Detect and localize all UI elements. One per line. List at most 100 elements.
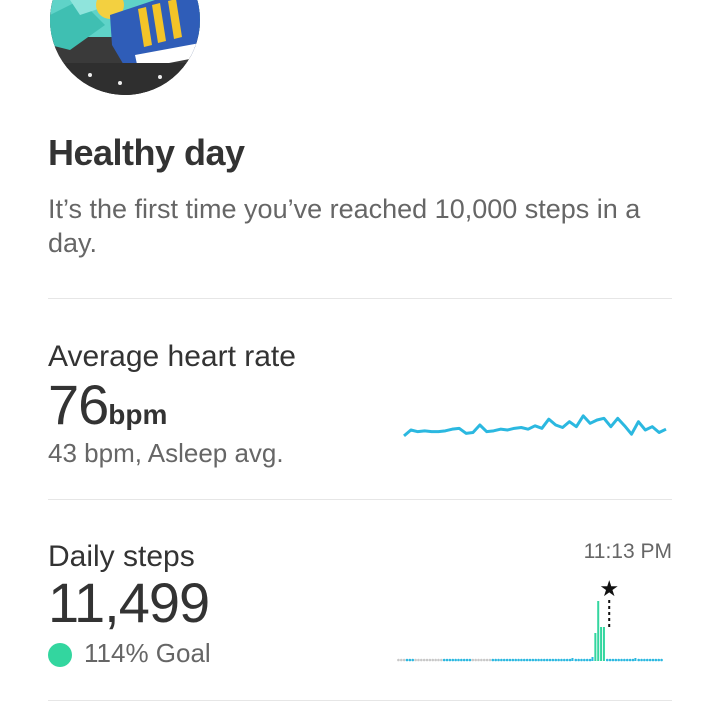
steps-dot	[614, 658, 618, 662]
steps-dot	[557, 658, 560, 662]
steps-dot	[565, 658, 569, 662]
steps-dot	[660, 658, 663, 662]
goal-indicator-dot	[48, 643, 72, 667]
steps-dot	[623, 658, 626, 662]
steps-dot	[508, 658, 512, 662]
steps-dot	[545, 658, 549, 662]
steps-dot	[643, 658, 646, 662]
heart-rate-label: Average heart rate	[48, 340, 296, 373]
steps-dot	[442, 658, 446, 662]
steps-dot	[548, 658, 552, 662]
steps-dot	[431, 658, 435, 662]
steps-dot	[583, 658, 586, 662]
steps-dot	[485, 658, 489, 662]
goal-percentage: 114% Goal	[84, 638, 211, 668]
steps-dot	[568, 658, 572, 662]
steps-dot	[425, 658, 429, 662]
steps-dot	[620, 658, 623, 662]
achievement-description: It’s the first time you’ve reached 10,00…	[48, 194, 641, 258]
steps-dot	[514, 658, 517, 662]
steps-dot	[654, 658, 658, 662]
steps-dot	[543, 658, 546, 662]
achievement-title: Healthy day	[48, 132, 245, 173]
steps-dot	[428, 658, 432, 662]
steps-dot	[420, 658, 423, 662]
steps-dot	[437, 658, 440, 662]
steps-bar	[634, 658, 637, 661]
steps-dot	[445, 658, 449, 662]
steps-dot	[563, 658, 566, 662]
steps-dot	[517, 658, 520, 662]
steps-dot	[488, 658, 492, 662]
steps-dot	[454, 658, 457, 662]
steps-dot	[560, 658, 563, 662]
steps-dot	[511, 658, 515, 662]
steps-dot	[468, 658, 472, 662]
steps-dot	[640, 658, 643, 662]
steps-dot	[617, 658, 620, 662]
peak-time-label: 11:13 PM	[583, 540, 672, 563]
steps-dot	[399, 658, 403, 662]
steps-dot	[491, 658, 495, 662]
steps-dot	[457, 658, 460, 662]
daily-steps-label: Daily steps	[48, 540, 195, 573]
steps-bar	[597, 601, 600, 661]
sneaker-illustration	[50, 0, 200, 95]
steps-dot	[580, 658, 583, 662]
steps-dot	[397, 658, 400, 662]
steps-bar	[571, 658, 574, 661]
steps-dot	[522, 658, 526, 662]
steps-bar	[600, 627, 603, 661]
steps-dot	[417, 658, 420, 662]
steps-dot	[440, 658, 443, 662]
steps-dot	[585, 658, 589, 662]
daily-steps-value: 11,499	[48, 571, 210, 634]
resting-heart-rate: 43 bpm, Asleep avg.	[48, 438, 284, 468]
heart-rate-sparkline	[403, 414, 667, 437]
steps-bar	[594, 633, 597, 661]
heart-rate-unit: bpm	[108, 399, 168, 430]
steps-dot	[497, 658, 500, 662]
steps-dot	[657, 658, 661, 662]
steps-dot	[434, 658, 437, 662]
steps-dot	[465, 658, 469, 662]
steps-dot	[505, 658, 509, 662]
steps-dot	[551, 658, 555, 662]
steps-dot	[411, 658, 415, 662]
heart-rate-number: 76	[48, 373, 109, 436]
steps-dot	[534, 658, 538, 662]
steps-dot	[648, 658, 652, 662]
steps-dot	[408, 658, 412, 662]
steps-dot	[651, 658, 655, 662]
steps-dot	[554, 658, 558, 662]
steps-bar	[602, 627, 605, 661]
steps-dot	[494, 658, 497, 662]
steps-dot	[537, 658, 540, 662]
steps-dot	[631, 658, 635, 662]
divider	[48, 700, 672, 701]
steps-dot	[502, 658, 506, 662]
steps-dot	[402, 658, 406, 662]
steps-dot	[588, 658, 592, 662]
steps-dot	[480, 658, 483, 662]
steps-dot	[414, 658, 417, 662]
heart-rate-line	[403, 414, 667, 437]
steps-bar	[591, 657, 594, 661]
heart-rate-value: 76bpm	[48, 372, 167, 437]
steps-dot	[451, 658, 455, 662]
steps-dot	[540, 658, 543, 662]
steps-dot	[577, 658, 580, 662]
steps-histogram: ★	[397, 577, 663, 662]
steps-dot	[405, 658, 409, 662]
steps-dot	[474, 658, 477, 662]
steps-dot	[448, 658, 452, 662]
steps-dot	[608, 658, 612, 662]
steps-dot	[500, 658, 503, 662]
steps-dot	[645, 658, 649, 662]
steps-dot	[477, 658, 480, 662]
steps-dot	[471, 658, 475, 662]
steps-dot	[625, 658, 629, 662]
steps-dot	[611, 658, 615, 662]
divider	[48, 298, 672, 299]
steps-dot	[482, 658, 486, 662]
